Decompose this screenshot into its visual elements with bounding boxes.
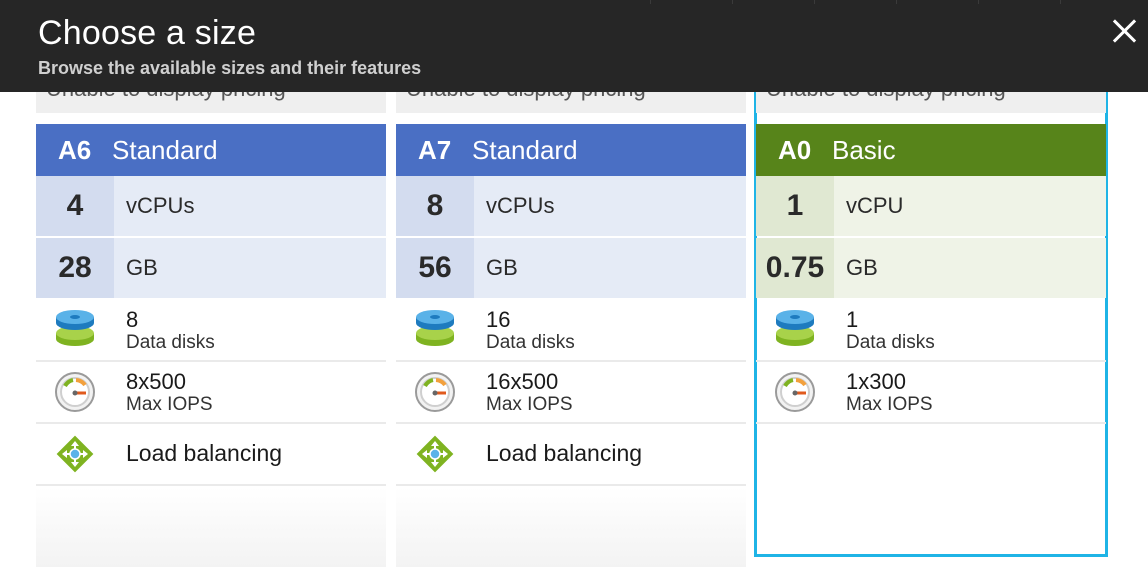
- cpu-unit: vCPUs: [486, 193, 555, 218]
- ram-value: 56: [396, 238, 474, 298]
- size-card-a0[interactable]: Unable to display pricing A0 Basic 1 vCP…: [754, 83, 1108, 557]
- max-iops-row: 16x500 Max IOPS: [396, 361, 746, 424]
- size-tier: Standard: [112, 134, 218, 165]
- max-iops-row: 8x500 Max IOPS: [36, 361, 386, 424]
- disk-stack-icon: [56, 310, 94, 346]
- load-balancer-icon: [416, 435, 454, 473]
- header-divider: [1060, 0, 1061, 4]
- dialog-title: Choose a size: [38, 14, 257, 52]
- header-divider: [814, 0, 815, 4]
- cpu-value: 1: [756, 176, 834, 236]
- disk-stack-icon: [776, 310, 814, 346]
- max-iops-label: Max IOPS: [486, 394, 573, 415]
- cpu-row: 8 vCPUs: [396, 176, 746, 236]
- ram-row: 0.75 GB: [756, 238, 1106, 298]
- size-tier: Basic: [832, 134, 896, 165]
- size-title-bar: A7 Standard: [396, 124, 746, 176]
- data-disks-value: 1: [846, 307, 859, 332]
- load-balancing-row: Load balancing: [396, 423, 746, 486]
- cpu-unit: vCPU: [846, 193, 904, 218]
- header-divider: [732, 0, 733, 4]
- ram-value: 0.75: [756, 238, 834, 298]
- gauge-icon: [775, 372, 815, 412]
- data-disks-row: 8 Data disks: [36, 299, 386, 362]
- size-card-a6[interactable]: Unable to display pricing A6 Standard 4 …: [36, 85, 386, 567]
- max-iops-row: 1x300 Max IOPS: [756, 361, 1106, 424]
- load-balancing-row: Load balancing: [36, 423, 386, 486]
- gauge-icon: [55, 372, 95, 412]
- ram-value: 28: [36, 238, 114, 298]
- max-iops-value: 1x300: [846, 369, 906, 394]
- load-balancer-icon: [56, 435, 94, 473]
- ram-unit: GB: [846, 255, 878, 280]
- gauge-icon: [415, 372, 455, 412]
- ram-unit: GB: [126, 255, 158, 280]
- data-disks-row: 1 Data disks: [756, 299, 1106, 362]
- cpu-row: 1 vCPU: [756, 176, 1106, 236]
- card-footer: [396, 487, 746, 567]
- max-iops-label: Max IOPS: [126, 394, 213, 415]
- data-disks-value: 8: [126, 307, 139, 332]
- data-disks-label: Data disks: [126, 332, 215, 353]
- size-code: A6: [58, 134, 92, 165]
- header-divider: [650, 0, 651, 4]
- header-divider: [978, 0, 979, 4]
- dialog-subtitle: Browse the available sizes and their fea…: [38, 58, 422, 78]
- header-divider: [896, 0, 897, 4]
- card-footer: [36, 487, 386, 567]
- data-disks-label: Data disks: [846, 332, 935, 353]
- size-tier: Standard: [472, 134, 578, 165]
- load-balancing-label: Load balancing: [126, 440, 283, 466]
- cpu-unit: vCPUs: [126, 193, 195, 218]
- cpu-value: 8: [396, 176, 474, 236]
- max-iops-label: Max IOPS: [846, 394, 933, 415]
- max-iops-value: 16x500: [486, 369, 559, 394]
- dialog-header: Choose a size Browse the available sizes…: [0, 0, 1148, 92]
- ram-row: 56 GB: [396, 238, 746, 298]
- data-disks-row: 16 Data disks: [396, 299, 746, 362]
- cpu-row: 4 vCPUs: [36, 176, 386, 236]
- max-iops-value: 8x500: [126, 369, 186, 394]
- disk-stack-icon: [416, 310, 454, 346]
- close-icon[interactable]: [1106, 14, 1142, 50]
- size-title-bar: A0 Basic: [756, 124, 1106, 176]
- ram-row: 28 GB: [36, 238, 386, 298]
- cpu-value: 4: [36, 176, 114, 236]
- size-title-bar: A6 Standard: [36, 124, 386, 176]
- data-disks-value: 16: [486, 307, 511, 332]
- data-disks-label: Data disks: [486, 332, 575, 353]
- size-code: A0: [778, 134, 812, 165]
- size-card-a7[interactable]: Unable to display pricing A7 Standard 8 …: [396, 85, 746, 567]
- size-code: A7: [418, 134, 452, 165]
- ram-unit: GB: [486, 255, 518, 280]
- load-balancing-label: Load balancing: [486, 440, 643, 466]
